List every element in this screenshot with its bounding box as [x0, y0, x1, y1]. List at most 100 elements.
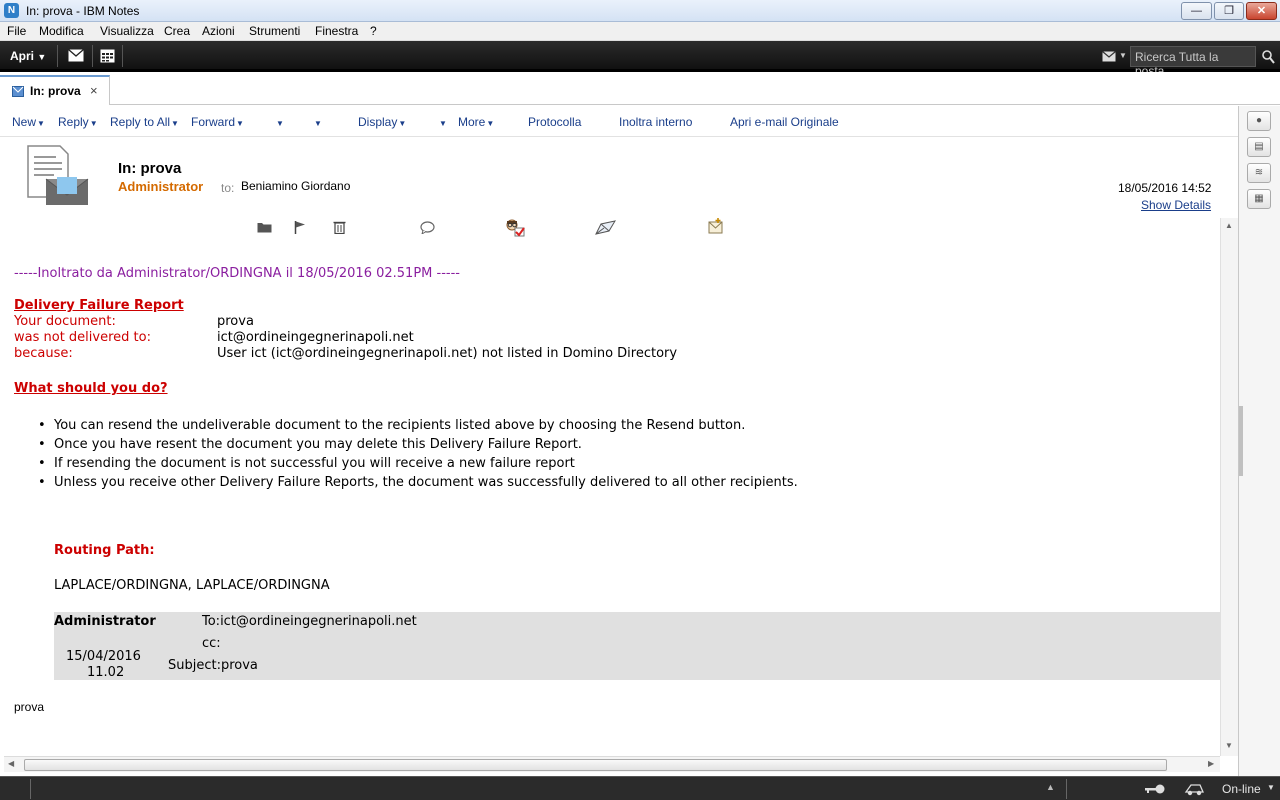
rail-resize-handle[interactable]	[1239, 406, 1243, 476]
status-bar: ▲ On-line ▼	[0, 776, 1280, 800]
new-button[interactable]: New▼	[12, 115, 45, 129]
list-item: If resending the document is not success…	[38, 456, 575, 471]
reply-all-button[interactable]: Reply to All▼	[110, 115, 179, 129]
search-icon[interactable]	[1262, 50, 1275, 64]
field-label: was not delivered to:	[14, 330, 151, 345]
orig-subject: Subject:prova	[168, 658, 258, 673]
minimize-button[interactable]: —	[1181, 2, 1212, 20]
search-scope-caret-icon[interactable]: ▼	[1119, 51, 1127, 60]
mail-icon[interactable]	[68, 49, 84, 62]
field-label: Your document:	[14, 314, 116, 329]
window-title: In: prova - IBM Notes	[26, 4, 140, 18]
sametime-icon[interactable]: ●	[1247, 111, 1271, 131]
reply-button[interactable]: Reply▼	[58, 115, 98, 129]
what-to-do-heading: What should you do?	[14, 381, 168, 396]
close-window-button[interactable]: ✕	[1246, 2, 1277, 20]
message-subject: In: prova	[118, 160, 182, 177]
search-scope-mail-icon[interactable]	[1102, 51, 1116, 62]
report-title: Delivery Failure Report	[14, 298, 184, 313]
list-item: You can resend the undeliverable documen…	[38, 418, 745, 433]
field-value: ict@ordineingegnerinapoli.net	[217, 330, 414, 345]
to-label: to:	[221, 181, 235, 195]
protocolla-icon[interactable]	[505, 217, 525, 237]
folder-icon[interactable]	[257, 221, 272, 233]
flag-caret-icon[interactable]: ▼	[313, 115, 322, 129]
folder-caret-icon[interactable]: ▼	[275, 115, 284, 129]
list-item-text: Once you have resent the document you ma…	[54, 437, 582, 452]
list-item: Once you have resent the document you ma…	[38, 437, 582, 452]
notes-icon: N	[4, 3, 19, 18]
forward-line: -----Inoltrato da Administrator/ORDINGNA…	[14, 266, 460, 281]
scroll-up-icon[interactable]: ▲	[1225, 221, 1233, 230]
message-recipient[interactable]: Beniamino Giordano	[241, 179, 350, 193]
display-button[interactable]: Display▼	[358, 115, 406, 129]
message-sender[interactable]: Administrator	[118, 179, 203, 194]
feeds-icon[interactable]: ≋	[1247, 163, 1271, 183]
orig-time: 11.02	[87, 665, 125, 680]
list-item-text: Unless you receive other Delivery Failur…	[54, 475, 798, 490]
search-input[interactable]: Ricerca Tutta la posta	[1130, 46, 1256, 78]
tab-label: In: prova	[30, 84, 81, 98]
menu-file[interactable]: File	[7, 24, 26, 38]
menu-strumenti[interactable]: Strumenti	[249, 24, 300, 38]
scroll-left-icon[interactable]: ◀	[8, 759, 14, 768]
calendar-icon[interactable]	[100, 48, 115, 63]
contacts-icon[interactable]: ▤	[1247, 137, 1271, 157]
delete-icon[interactable]	[333, 220, 346, 234]
main-toolbar: Apri ▼ ▼ Ricerca Tutta la posta	[0, 41, 1280, 78]
apri-originale-button[interactable]: Apri e-mail Originale	[730, 115, 839, 129]
more-label: More	[458, 115, 486, 129]
new-label: New	[12, 115, 37, 129]
horizontal-scroll-thumb[interactable]	[24, 759, 1167, 771]
menu-azioni[interactable]: Azioni	[202, 24, 235, 38]
forward-label: Forward	[191, 115, 236, 129]
orig-sender: Administrator	[54, 614, 156, 629]
memo-document-icon	[27, 145, 89, 205]
tab-close-icon[interactable]: ×	[90, 83, 98, 98]
reply-label: Reply	[58, 115, 89, 129]
inoltra-interno-button[interactable]: Inoltra interno	[619, 115, 692, 129]
show-details-link[interactable]: Show Details	[1141, 198, 1211, 212]
menu-help[interactable]: ?	[370, 24, 377, 38]
divider	[92, 45, 93, 67]
routing-path: LAPLACE/ORDINGNA, LAPLACE/ORDINGNA	[54, 578, 330, 593]
key-icon[interactable]	[1144, 783, 1166, 795]
memo-icon	[12, 86, 24, 97]
display-label: Display	[358, 115, 398, 129]
online-status-caret-icon[interactable]: ▼	[1267, 783, 1275, 792]
field-label: because:	[14, 346, 73, 361]
divider	[1066, 779, 1067, 799]
footer-text: prova	[14, 700, 45, 714]
horizontal-scrollbar[interactable]: ◀ ▶	[4, 756, 1220, 772]
vertical-scrollbar[interactable]: ▲ ▼	[1220, 218, 1238, 756]
orig-date: 15/04/2016	[66, 649, 141, 664]
menu-finestra[interactable]: Finestra	[315, 24, 358, 38]
menu-visualizza[interactable]: Visualizza	[100, 24, 154, 38]
protocolla-button[interactable]: Protocolla	[528, 115, 581, 129]
inoltra-interno-icon[interactable]	[595, 220, 616, 235]
calendar-day-icon[interactable]: ▦	[1247, 189, 1271, 209]
apri-label: Apri	[10, 49, 34, 63]
status-up-icon[interactable]: ▲	[1046, 782, 1055, 792]
restore-button[interactable]: ❐	[1214, 2, 1244, 20]
menu-bar: File Modifica Visualizza Crea Azioni Str…	[0, 22, 1280, 41]
chat-icon[interactable]	[420, 221, 435, 234]
replication-icon[interactable]	[1184, 781, 1204, 796]
chat-caret-icon[interactable]: ▼	[438, 115, 447, 129]
divider	[57, 45, 58, 67]
menu-modifica[interactable]: Modifica	[39, 24, 84, 38]
menu-crea[interactable]: Crea	[164, 24, 190, 38]
more-button[interactable]: More▼	[458, 115, 494, 129]
action-bar: New▼ Reply▼ Reply to All▼ Forward▼ ▼ ▼ D…	[0, 106, 1238, 237]
apri-button[interactable]: Apri ▼	[10, 49, 46, 63]
scroll-down-icon[interactable]: ▼	[1225, 741, 1233, 750]
flag-icon[interactable]	[294, 220, 306, 234]
sidebar-rail: ● ▤ ≋ ▦	[1238, 106, 1280, 776]
forward-button[interactable]: Forward▼	[191, 115, 244, 129]
tab-in-prova[interactable]: In: prova ×	[0, 75, 110, 105]
field-value: prova	[217, 314, 254, 329]
scroll-right-icon[interactable]: ▶	[1208, 759, 1214, 768]
reply-all-label: Reply to All	[110, 115, 171, 129]
online-status[interactable]: On-line	[1222, 782, 1261, 796]
apri-originale-icon[interactable]	[707, 217, 725, 234]
